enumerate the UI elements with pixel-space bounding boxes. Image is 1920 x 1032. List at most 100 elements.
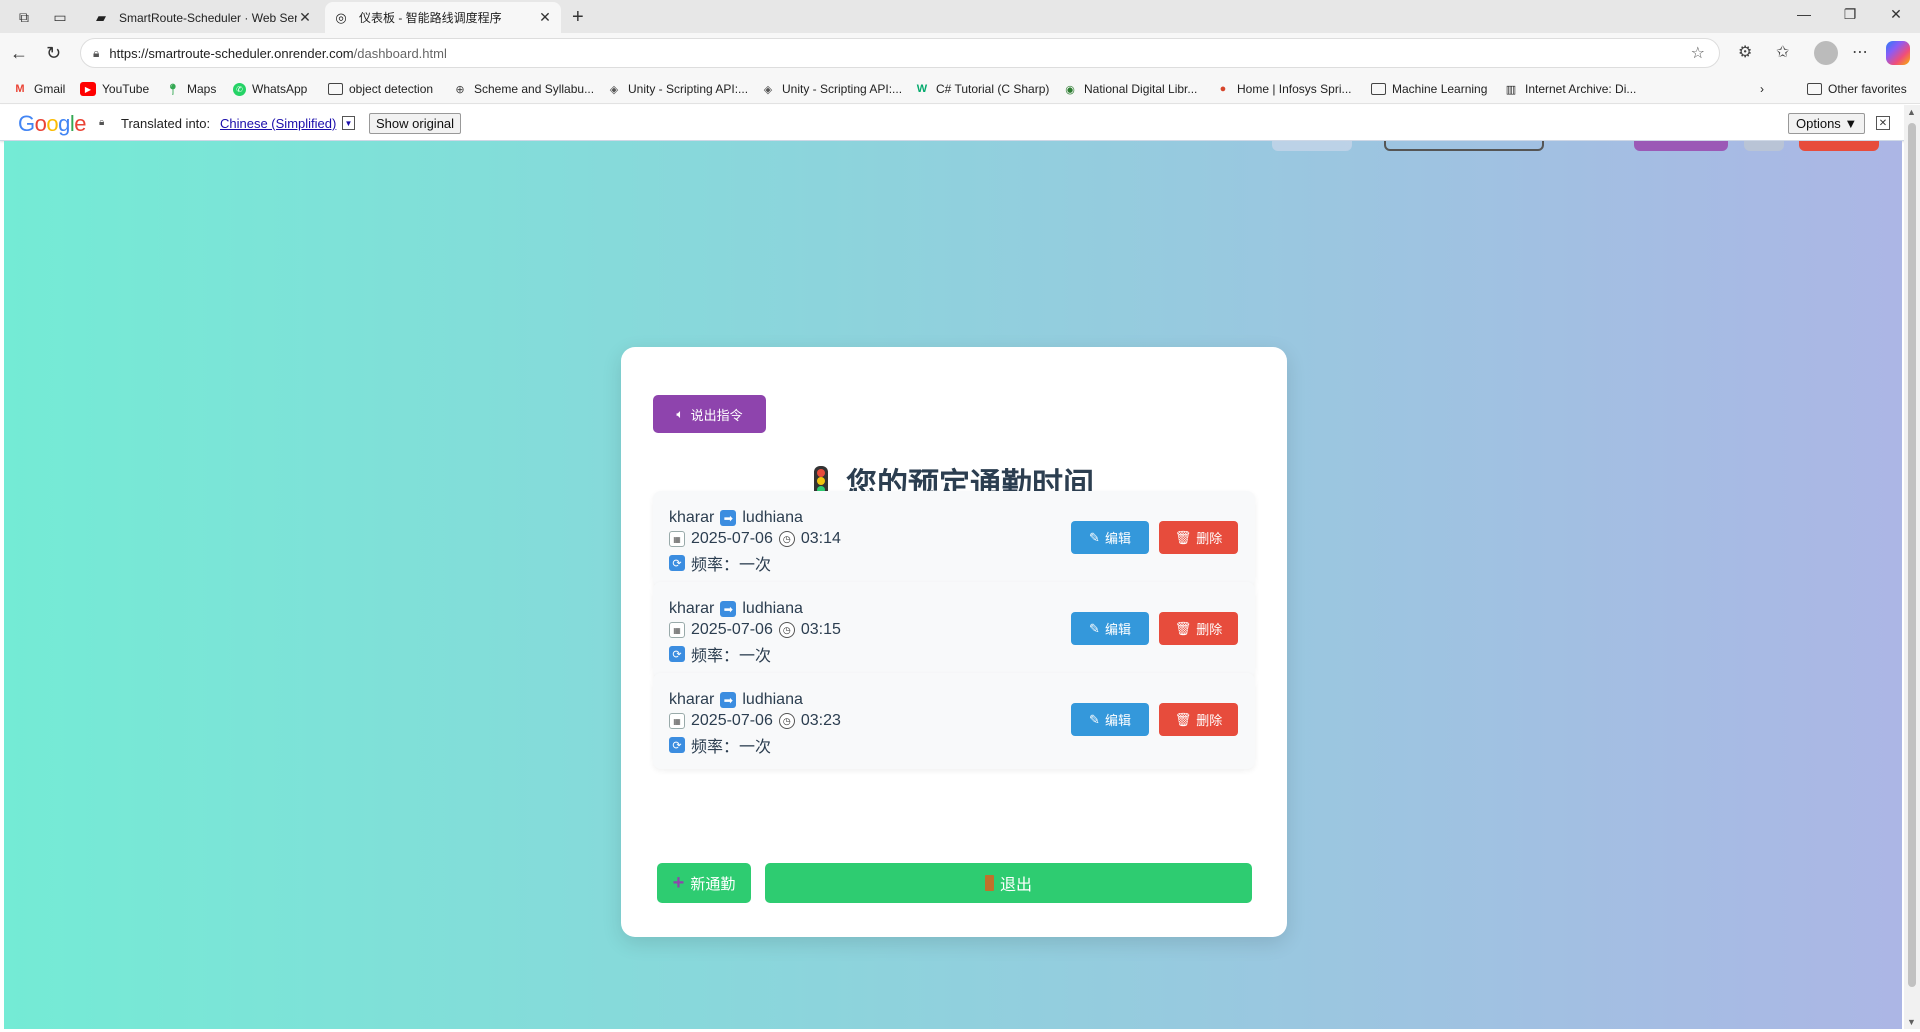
show-original-button[interactable]: Show original: [369, 113, 462, 134]
frequency-text: 频率：一次: [691, 648, 772, 665]
globe-icon: ◎: [335, 9, 347, 25]
options-button[interactable]: Options ▼: [1788, 113, 1866, 134]
destination: ludhiana: [742, 691, 803, 708]
address-bar[interactable]: 🔒︎ https://smartroute-scheduler.onrender…: [80, 38, 1720, 68]
tab-title: 仪表板 - 智能路线调度程序: [359, 11, 502, 25]
extensions-icon[interactable]: ⚙: [1738, 42, 1752, 62]
favorites-icon[interactable]: ✩: [1776, 42, 1789, 62]
refresh-icon[interactable]: ↻: [46, 43, 61, 64]
repeat-icon: ⟳: [669, 555, 685, 571]
close-translate-icon[interactable]: ✕: [1876, 116, 1890, 130]
close-icon[interactable]: ✕: [297, 9, 313, 26]
frequency-text: 频率：一次: [691, 739, 772, 756]
bookmark-machine-learning[interactable]: Machine Learning: [1370, 80, 1487, 98]
tab-smartroute-render[interactable]: ▰ SmartRoute-Scheduler · Web Ser ✕: [85, 2, 321, 33]
commute-item: kharar ➡ ludhiana ▦ 2025-07-06 ◷ 03:15 ⟳…: [653, 582, 1255, 678]
voice-command-button[interactable]: 🔈︎ 说出指令: [653, 395, 766, 433]
bookmarks-overflow-icon[interactable]: ›: [1760, 80, 1764, 98]
bookmark-infosys[interactable]: ● Home | Infosys Spri...: [1215, 80, 1352, 98]
more-menu-icon[interactable]: ⋯: [1852, 42, 1868, 62]
scrollbar-thumb[interactable]: [1908, 123, 1916, 987]
trash-icon: 🗑︎: [1174, 711, 1192, 727]
scroll-up-icon[interactable]: ▲: [1907, 107, 1916, 117]
right-arrow-icon: ➡: [720, 510, 737, 526]
close-icon[interactable]: ✕: [537, 9, 553, 26]
repeat-icon: ⟳: [669, 737, 685, 753]
delete-button[interactable]: 🗑︎ 删除: [1159, 703, 1238, 736]
favorite-star-icon[interactable]: ☆: [1691, 43, 1705, 63]
profile-avatar[interactable]: [1814, 41, 1838, 65]
bookmark-unity-1[interactable]: ◈ Unity - Scripting API:...: [606, 80, 748, 98]
bookmark-other-favorites[interactable]: Other favorites: [1806, 80, 1907, 98]
site-info-icon[interactable]: 🔒︎: [93, 46, 99, 61]
copilot-icon[interactable]: [1886, 41, 1910, 65]
w3schools-icon: W: [916, 83, 928, 95]
back-icon[interactable]: ←: [10, 43, 28, 64]
commute-item: kharar ➡ ludhiana ▦ 2025-07-06 ◷ 03:14 ⟳…: [653, 491, 1255, 587]
pencil-icon: ✎: [1089, 711, 1100, 727]
bookmark-internet-archive[interactable]: ▥ Internet Archive: Di...: [1503, 80, 1637, 98]
window-close-icon[interactable]: ✕: [1876, 6, 1916, 23]
hidden-header-element: [1272, 141, 1352, 151]
commute-time: 03:14: [800, 530, 841, 547]
right-arrow-icon: ➡: [720, 601, 737, 617]
bookmark-ndl[interactable]: ◉ National Digital Libr...: [1062, 80, 1197, 98]
render-favicon-icon: ▰: [96, 9, 106, 25]
delete-button[interactable]: 🗑︎ 删除: [1159, 612, 1238, 645]
bookmark-gmail[interactable]: M Gmail: [12, 80, 65, 98]
folder-icon: [327, 82, 343, 96]
destination: ludhiana: [742, 509, 803, 526]
origin: kharar: [669, 691, 715, 708]
bookmark-youtube[interactable]: ▶ YouTube: [80, 80, 149, 98]
bookmark-unity-2[interactable]: ◈ Unity - Scripting API:...: [760, 80, 902, 98]
gmail-icon: M: [15, 83, 25, 95]
bookmark-csharp[interactable]: W C# Tutorial (C Sharp): [914, 80, 1050, 98]
commute-item: kharar ➡ ludhiana ▦ 2025-07-06 ◷ 03:23 ⟳…: [653, 673, 1255, 769]
commute-route: kharar ➡ ludhiana: [669, 509, 803, 527]
folder-icon: [1370, 82, 1386, 96]
restore-icon[interactable]: ❐: [1830, 6, 1870, 23]
language-dropdown-icon[interactable]: ▼: [342, 116, 355, 130]
minimize-icon[interactable]: —: [1784, 6, 1824, 22]
edit-button[interactable]: ✎ 编辑: [1071, 521, 1149, 554]
logout-button[interactable]: 退出: [765, 863, 1252, 903]
scroll-down-icon[interactable]: ▼: [1907, 1017, 1916, 1027]
commute-time: 03:15: [800, 621, 841, 638]
commute-datetime: ▦ 2025-07-06 ◷ 03:23: [669, 712, 841, 730]
bookmark-scheme[interactable]: ⊕ Scheme and Syllabu...: [452, 80, 594, 98]
trash-icon: 🗑︎: [1174, 529, 1192, 545]
bookmark-object-detection[interactable]: object detection: [327, 80, 433, 98]
commute-date: 2025-07-06: [691, 621, 773, 638]
page-scrollbar[interactable]: ▲ ▼: [1904, 105, 1920, 1029]
new-tab-button[interactable]: +: [572, 6, 584, 29]
commute-frequency: ⟳ 频率：一次: [669, 642, 771, 666]
edit-button[interactable]: ✎ 编辑: [1071, 612, 1149, 645]
commute-datetime: ▦ 2025-07-06 ◷ 03:14: [669, 530, 841, 548]
archive-icon: ▥: [1505, 83, 1517, 96]
workspaces-icon[interactable]: ⧉: [14, 7, 34, 27]
tab-dashboard[interactable]: ◎ 仪表板 - 智能路线调度程序 ✕: [325, 2, 561, 33]
commute-time: 03:23: [800, 712, 841, 729]
vertical-tabs-icon[interactable]: ▭: [50, 7, 70, 27]
new-commute-button[interactable]: + 新通勤: [657, 863, 751, 903]
commute-date: 2025-07-06: [691, 530, 773, 547]
commute-frequency: ⟳ 频率：一次: [669, 551, 771, 575]
folder-icon: [1806, 82, 1822, 96]
bookmark-whatsapp[interactable]: ✆ WhatsApp: [233, 80, 307, 98]
speaker-icon: 🔈︎: [676, 406, 684, 421]
pencil-icon: ✎: [1089, 620, 1100, 636]
edit-button[interactable]: ✎ 编辑: [1071, 703, 1149, 736]
page-background: 🔈︎ 说出指令 您的预定通勤时间 kharar ➡ ludhiana ▦ 202…: [4, 141, 1902, 1029]
right-arrow-icon: ➡: [720, 692, 737, 708]
calendar-icon: ▦: [669, 622, 685, 638]
lock-icon: 🔒︎: [99, 117, 105, 128]
voice-command-label: 说出指令: [690, 407, 743, 423]
delete-button[interactable]: 🗑︎ 删除: [1159, 521, 1238, 554]
commute-frequency: ⟳ 频率：一次: [669, 733, 771, 757]
target-language-link[interactable]: Chinese (Simplified): [220, 116, 336, 131]
clock-icon: ◷: [778, 713, 795, 729]
bookmark-maps[interactable]: 📍︎ Maps: [165, 80, 216, 98]
hidden-header-element: [1384, 141, 1544, 151]
hidden-header-element: [1634, 141, 1728, 151]
ndl-icon: ◉: [1065, 83, 1075, 96]
